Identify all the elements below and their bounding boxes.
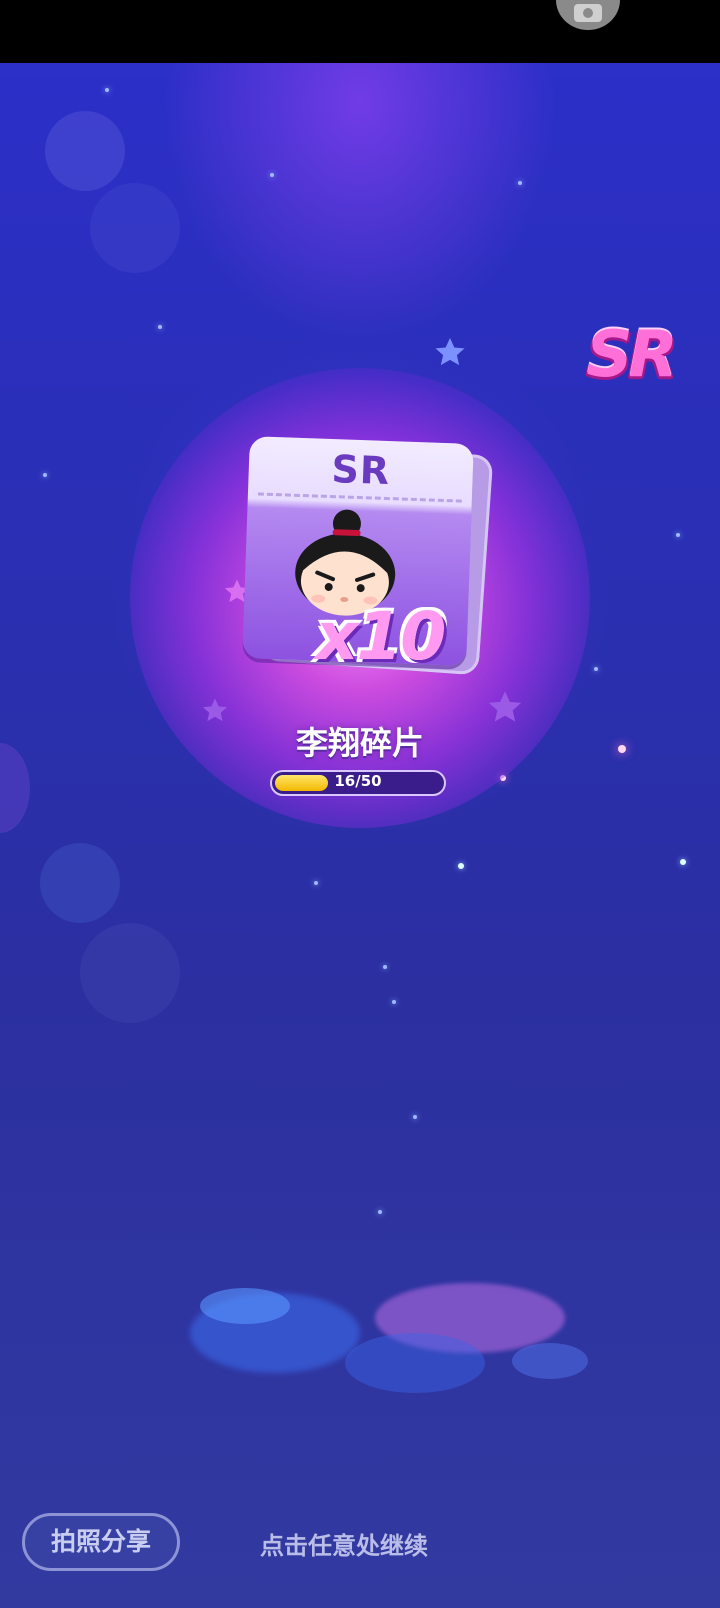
share-photo-button[interactable]: 拍照分享: [22, 1513, 180, 1571]
sparkle-dot: [270, 173, 274, 177]
reward-card: SR x10: [240, 436, 494, 676]
sparkle-dot: [378, 1210, 382, 1214]
rarity-badge-label: SR: [586, 318, 677, 392]
sparkle-dot: [158, 325, 162, 329]
platform-light: [345, 1333, 485, 1393]
item-name: 李翔碎片: [295, 724, 424, 762]
sparkle-dot: [392, 1000, 396, 1004]
sparkle-dot: [594, 667, 598, 671]
sparkle-dot: [518, 181, 522, 185]
sparkle-dot: [314, 881, 318, 885]
star-icon: [435, 338, 465, 366]
progress-label: 16/50: [334, 772, 382, 790]
bokeh-light: [90, 183, 180, 273]
tap-to-continue-hint: 点击任意处继续: [260, 1532, 428, 1560]
sparkle-dot: [105, 88, 109, 92]
sparkle-dot: [680, 859, 686, 865]
sparkle-dot: [383, 965, 387, 969]
sparkle-dot: [43, 473, 47, 477]
sparkle-dot: [458, 863, 464, 869]
reward-scene[interactable]: SR SR x10 李翔碎片 16/50: [0, 63, 720, 1608]
bokeh-light: [45, 111, 125, 191]
sparkle-dot: [676, 533, 680, 537]
collection-progress-bar: 16/50: [270, 770, 446, 796]
card-rarity-label: SR: [330, 447, 391, 494]
platform-light: [200, 1288, 290, 1324]
reward-count: x10: [315, 598, 446, 675]
platform-light: [512, 1343, 588, 1379]
screenshot-button[interactable]: [556, 0, 620, 30]
status-bar: [0, 0, 720, 63]
rarity-badge: SR: [584, 313, 677, 397]
bokeh-light: [40, 843, 120, 923]
bokeh-light: [80, 923, 180, 1023]
sparkle-dot: [413, 1115, 417, 1119]
camera-icon: [574, 4, 602, 22]
